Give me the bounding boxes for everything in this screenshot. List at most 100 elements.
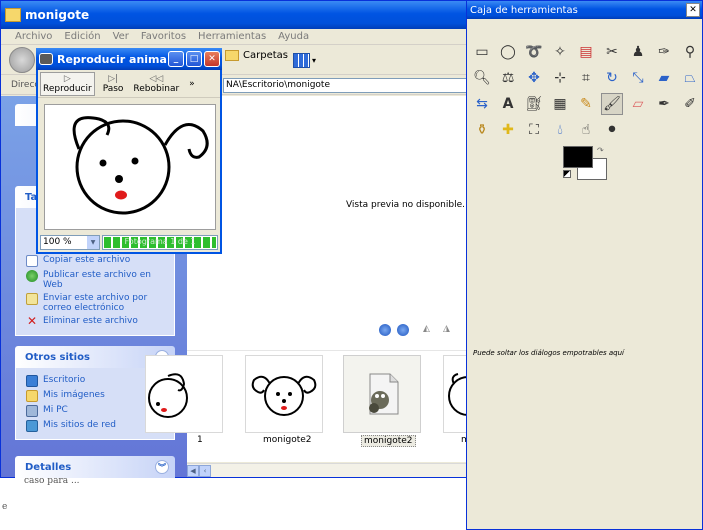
- player-titlebar[interactable]: Reproducir anima... _ □ ✕: [36, 48, 222, 70]
- desktop-icon: [26, 375, 38, 387]
- scissors-icon[interactable]: ✂: [601, 41, 623, 63]
- scroll-left-small-icon[interactable]: ‹: [199, 465, 211, 477]
- menu-archivo[interactable]: Archivo: [15, 31, 52, 42]
- menu-bar: Archivo Edición Ver Favoritos Herramient…: [1, 29, 467, 45]
- paths-icon[interactable]: ✑: [653, 41, 675, 63]
- ellipse-select-icon[interactable]: ◯: [497, 41, 519, 63]
- zoom-icon[interactable]: 🔍︎: [471, 67, 493, 89]
- smudge-icon[interactable]: ☝: [575, 119, 597, 141]
- horizontal-scrollbar[interactable]: ◀ ‹: [187, 463, 467, 477]
- maximize-button[interactable]: □: [186, 51, 202, 67]
- perspective-clone-icon[interactable]: ⛶: [523, 119, 545, 141]
- animation-player-window: Reproducir anima... _ □ ✕ ▷ Reproducir ▷…: [36, 48, 222, 254]
- toolbox-titlebar[interactable]: Caja de herramientas ✕: [467, 1, 702, 19]
- place-label: Mis imágenes: [43, 390, 105, 400]
- details-header[interactable]: Detalles ︾: [15, 456, 175, 478]
- address-field[interactable]: NA\Escritorio\monigote: [223, 78, 467, 93]
- rewind-label: Rebobinar: [133, 83, 180, 94]
- task-publish-web[interactable]: Publicar este archivo en Web: [26, 270, 168, 290]
- fuzzy-select-icon[interactable]: ✧: [549, 41, 571, 63]
- blend-icon[interactable]: ▦: [549, 93, 571, 115]
- more-buttons-chevron[interactable]: »: [189, 79, 195, 89]
- rotate-icon[interactable]: ↻: [601, 67, 623, 89]
- menu-ver[interactable]: Ver: [113, 31, 129, 42]
- step-button[interactable]: ▷| Paso: [101, 73, 126, 95]
- previous-image-button[interactable]: [379, 324, 391, 336]
- thumbnail-label-selected[interactable]: monigote2: [361, 435, 416, 447]
- close-button[interactable]: ✕: [686, 3, 700, 17]
- expand-icon[interactable]: ︾: [155, 460, 169, 474]
- folders-label: Carpetas: [243, 50, 288, 61]
- menu-edicion[interactable]: Edición: [64, 31, 100, 42]
- task-label: Enviar este archivo por correo electróni…: [43, 293, 148, 313]
- perspective-icon[interactable]: ⏢: [679, 67, 701, 89]
- play-button[interactable]: ▷ Reproducir: [40, 71, 95, 96]
- menu-favoritos[interactable]: Favoritos: [141, 31, 186, 42]
- dog-drawing-icon: [148, 373, 188, 418]
- measure-icon[interactable]: ⚖: [497, 67, 519, 89]
- next-image-button[interactable]: [397, 324, 409, 336]
- minimize-button[interactable]: _: [168, 51, 184, 67]
- explorer-titlebar[interactable]: monigote: [1, 1, 467, 29]
- rotate-right-icon[interactable]: ◮: [443, 324, 455, 334]
- foreground-select-icon[interactable]: ♟: [627, 41, 649, 63]
- place-label: Mi PC: [43, 405, 68, 415]
- text-icon[interactable]: A: [497, 93, 519, 115]
- thumbnail-label[interactable]: 1: [197, 435, 203, 445]
- dodge-burn-icon[interactable]: ⚫: [601, 119, 623, 141]
- scale-icon[interactable]: ⤡: [627, 67, 649, 89]
- zoom-select[interactable]: 100 % ▼: [40, 234, 100, 250]
- rotate-left-icon[interactable]: ◭: [423, 324, 435, 334]
- close-button[interactable]: ✕: [204, 51, 220, 67]
- scroll-left-icon[interactable]: ◀: [187, 465, 199, 477]
- foreground-color-swatch[interactable]: [563, 146, 593, 168]
- folders-button[interactable]: Carpetas: [225, 50, 288, 61]
- rewind-button[interactable]: ◁◁ Rebobinar: [131, 73, 181, 95]
- color-picker-icon[interactable]: ⚲: [679, 41, 701, 63]
- airbrush-icon[interactable]: ✒: [653, 93, 675, 115]
- zoom-value: 100 %: [43, 236, 72, 247]
- chevron-down-icon[interactable]: ▼: [87, 235, 99, 249]
- play-icon: ▷: [63, 73, 71, 84]
- lasso-icon[interactable]: ➰: [523, 41, 545, 63]
- color-select-icon[interactable]: ▤: [575, 41, 597, 63]
- place-label: Mis sitios de red: [43, 420, 116, 430]
- thumbnail-item-selected[interactable]: [343, 355, 421, 433]
- task-label: Publicar este archivo en Web: [43, 270, 151, 290]
- clone-icon[interactable]: ⚱: [471, 119, 493, 141]
- task-delete-file[interactable]: ✕ Eliminar este archivo: [26, 315, 168, 328]
- align-icon[interactable]: ⊹: [549, 67, 571, 89]
- thumbnail-item[interactable]: [245, 355, 323, 433]
- eraser-icon[interactable]: ▱: [627, 93, 649, 115]
- blur-icon[interactable]: 💧︎: [549, 119, 571, 141]
- gimp-app-icon: [39, 53, 53, 65]
- move-icon[interactable]: ✥: [523, 67, 545, 89]
- rewind-icon: ◁◁: [149, 73, 164, 84]
- swap-colors-icon[interactable]: ↷: [597, 146, 604, 155]
- thumbnail-item[interactable]: [145, 355, 223, 433]
- menu-ayuda[interactable]: Ayuda: [278, 31, 309, 42]
- task-email-file[interactable]: Enviar este archivo por correo electróni…: [26, 293, 168, 313]
- picture-tasks-title: [25, 110, 28, 121]
- views-button[interactable]: ▾: [293, 51, 319, 69]
- reset-colors-icon[interactable]: [563, 170, 571, 178]
- task-label: Eliminar este archivo: [43, 316, 138, 326]
- dock-hint: Puede soltar los diálogos empotrables aq…: [473, 349, 624, 357]
- back-button[interactable]: [9, 46, 35, 73]
- bucket-fill-icon[interactable]: ⛽︎: [523, 93, 545, 115]
- mail-icon: [26, 293, 38, 305]
- crop-icon[interactable]: ⌗: [575, 67, 597, 89]
- thumbnail-label[interactable]: monigote2: [263, 435, 312, 445]
- animation-canvas: [44, 104, 216, 230]
- gimp-file-icon: [369, 373, 399, 415]
- flip-icon[interactable]: ⇆: [471, 93, 493, 115]
- rect-select-icon[interactable]: ▭: [471, 41, 493, 63]
- menu-herramientas[interactable]: Herramientas: [198, 31, 266, 42]
- heal-icon[interactable]: ✚: [497, 119, 519, 141]
- task-copy-file[interactable]: Copiar este archivo: [26, 255, 168, 267]
- fg-bg-colors: ↷: [563, 146, 613, 184]
- shear-icon[interactable]: ▰: [653, 67, 675, 89]
- ink-icon[interactable]: ✐: [679, 93, 701, 115]
- pencil-icon[interactable]: ✎: [575, 93, 597, 115]
- paintbrush-icon[interactable]: 🖌︎: [601, 93, 623, 115]
